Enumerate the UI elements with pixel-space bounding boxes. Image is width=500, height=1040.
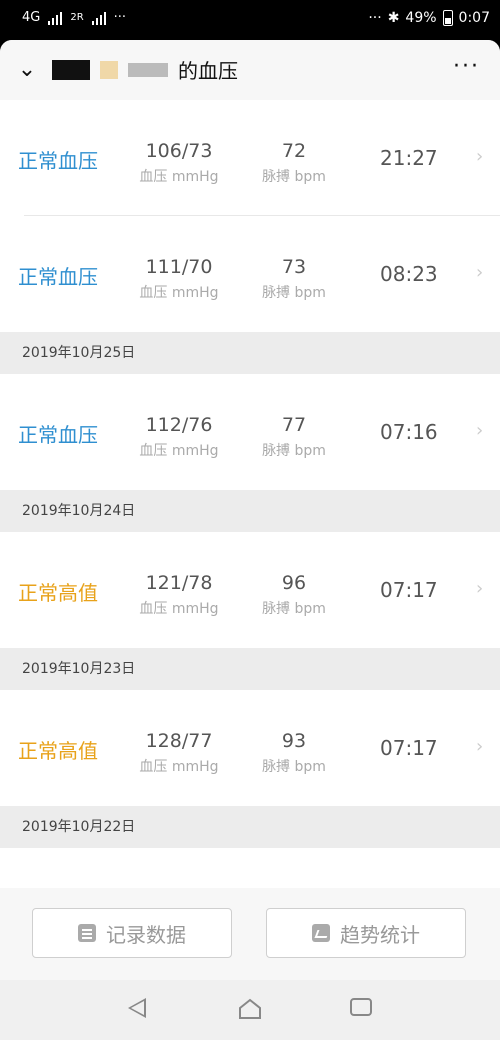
record-time: 21:27 [380, 146, 438, 170]
action-bar: 记录数据 趋势统计 [0, 888, 500, 980]
record-row[interactable]: 正常高值 121/78 血压 mmHg 96 脉搏 bpm 07:17 › [0, 532, 500, 648]
redacted-name-block [52, 59, 90, 80]
redacted-name-block-2 [128, 62, 168, 77]
pulse-value: 77 [281, 414, 307, 436]
pulse-value: 96 [281, 572, 307, 594]
bluetooth-icon: ✱ [387, 10, 400, 26]
bp-value: 112/76 [145, 414, 213, 436]
bp-value: 111/70 [145, 256, 213, 278]
record-row[interactable]: 正常血压 106/73 血压 mmHg 72 脉搏 bpm 21:27 › [0, 100, 500, 216]
pulse-unit: 脉搏 bpm [262, 285, 326, 301]
pulse-unit: 脉搏 bpm [262, 443, 326, 459]
chevron-right-icon: › [476, 262, 484, 283]
chevron-right-icon: › [476, 420, 484, 441]
status-label: 正常血压 [18, 149, 98, 173]
pulse-unit: 脉搏 bpm [262, 759, 326, 775]
record-data-button[interactable]: 记录数据 [32, 908, 232, 958]
record-time: 08:23 [380, 262, 438, 286]
status-label: 正常高值 [18, 739, 98, 763]
bp-unit: 血压 mmHg [139, 443, 219, 459]
date-header: 2019年10月22日 [0, 806, 500, 848]
pulse-unit: 脉搏 bpm [262, 601, 326, 617]
status-label: 正常血压 [18, 265, 98, 289]
signal-2-icon [91, 11, 106, 25]
back-triangle-icon[interactable] [128, 998, 146, 1018]
pulse-value: 72 [281, 140, 307, 162]
document-icon [78, 924, 96, 942]
records-list: 正常血压 106/73 血压 mmHg 72 脉搏 bpm 21:27 › 正常… [0, 100, 500, 886]
chevron-right-icon: › [476, 578, 484, 599]
chevron-right-icon: › [476, 146, 484, 167]
status-right: ··· ✱ 49% 0:07 [368, 10, 490, 26]
redacted-avatar-block [100, 60, 118, 79]
bp-value: 106/73 [145, 140, 213, 162]
record-row[interactable]: 正常高值 128/77 血压 mmHg 93 脉搏 bpm 07:17 › [0, 690, 500, 806]
signal-icon [48, 11, 63, 25]
trend-stats-label: 趋势统计 [340, 922, 420, 947]
date-header: 2019年10月23日 [0, 648, 500, 690]
home-icon[interactable] [238, 998, 262, 1020]
battery-icon [442, 10, 453, 26]
calendar-chart-icon [312, 924, 330, 942]
pulse-value: 93 [281, 730, 307, 752]
record-time: 07:16 [380, 420, 438, 444]
status-left: 4G 2R ··· [22, 10, 126, 25]
page-title: 的血压 [52, 55, 238, 84]
bp-unit: 血压 mmHg [139, 759, 219, 775]
notification-dots: ··· [113, 10, 127, 25]
bp-unit: 血压 mmHg [139, 285, 219, 301]
status-label: 正常血压 [18, 423, 98, 447]
record-data-label: 记录数据 [106, 922, 186, 947]
date-header: 2019年10月25日 [0, 332, 500, 374]
more-menu-icon[interactable]: ··· [453, 54, 480, 79]
collapse-chevron-icon[interactable]: ⌄ [14, 58, 40, 82]
date-header: 2019年10月24日 [0, 490, 500, 532]
network-label: 4G [22, 10, 41, 25]
title-suffix: 的血压 [178, 59, 238, 83]
chevron-right-icon: › [476, 736, 484, 757]
status-label: 正常高值 [18, 581, 98, 605]
sim2-label: 2R [70, 12, 84, 23]
bp-unit: 血压 mmHg [139, 601, 219, 617]
record-row[interactable]: 正常血压 112/76 血压 mmHg 77 脉搏 bpm 07:16 › [0, 374, 500, 490]
app-window: ⌄ 的血压 ··· 正常血压 106/73 血压 mmHg 72 脉搏 bpm … [0, 40, 500, 1040]
trend-stats-button[interactable]: 趋势统计 [266, 908, 466, 958]
pulse-value: 73 [281, 256, 307, 278]
bp-value: 121/78 [145, 572, 213, 594]
bp-value: 128/77 [145, 730, 213, 752]
record-time: 07:17 [380, 578, 438, 602]
system-nav-bar [0, 980, 500, 1040]
header: ⌄ 的血压 ··· [0, 40, 500, 100]
battery-percent: 49% [405, 10, 437, 26]
recent-apps-icon[interactable] [350, 998, 372, 1016]
status-bar: 4G 2R ··· ··· ✱ 49% 0:07 [0, 0, 500, 40]
record-time: 07:17 [380, 736, 438, 760]
pulse-unit: 脉搏 bpm [262, 169, 326, 185]
partial-record-row[interactable] [0, 848, 500, 886]
record-row[interactable]: 正常血压 111/70 血压 mmHg 73 脉搏 bpm 08:23 › [0, 216, 500, 332]
bp-unit: 血压 mmHg [139, 169, 219, 185]
more-status-dots: ··· [368, 10, 382, 26]
clock: 0:07 [458, 10, 490, 26]
